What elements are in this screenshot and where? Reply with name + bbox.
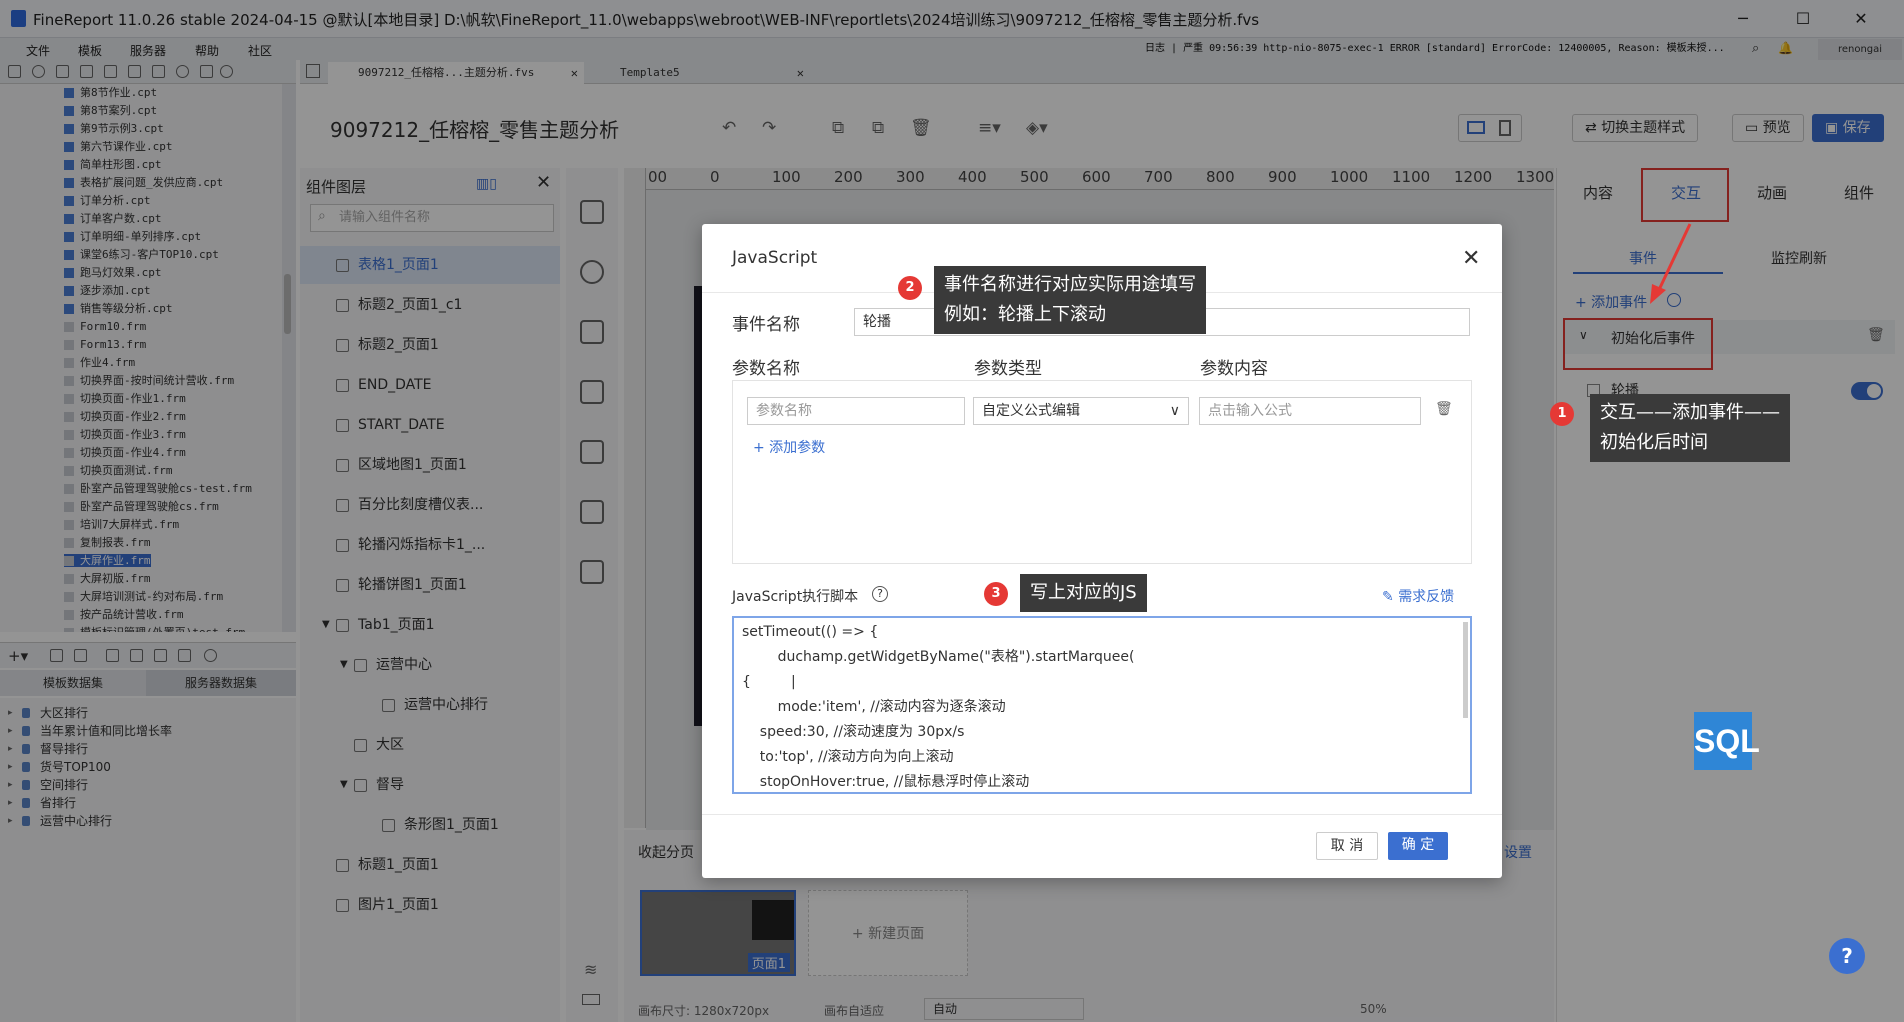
add-param-button[interactable]: + 添加参数 xyxy=(753,437,825,457)
param-header-type: 参数类型 xyxy=(974,359,1042,379)
close-icon[interactable]: ✕ xyxy=(1462,246,1480,271)
script-line: speed:30, //滚动速度为 30px/s xyxy=(742,724,965,740)
event-name-label: 事件名称 xyxy=(732,315,800,335)
script-line: setTimeout(() => { xyxy=(742,624,879,640)
param-type-select[interactable]: 自定义公式编辑 ∨ xyxy=(973,397,1189,425)
param-content-input[interactable]: 点击输入公式 xyxy=(1199,397,1421,425)
script-line: stopOnHover:true, //鼠标悬浮时停止滚动 xyxy=(742,774,1030,790)
param-name-input[interactable]: 参数名称 xyxy=(747,397,965,425)
script-line: to:'top', //滚动方向为向上滚动 xyxy=(742,749,954,765)
annotation-arrow xyxy=(1650,223,1692,304)
feedback-link[interactable]: ✎ 需求反馈 xyxy=(1382,586,1454,606)
script-line: { | xyxy=(742,674,796,690)
dialog-title: JavaScript xyxy=(732,248,818,268)
annotation-callout-2: 事件名称进行对应实际用途填写 例如：轮播上下滚动 xyxy=(934,266,1206,334)
annotation-badge-1: 1 xyxy=(1550,402,1574,426)
feedback-label: 需求反馈 xyxy=(1398,589,1455,605)
annotation-badge-2: 2 xyxy=(898,276,922,300)
param-type-value: 自定义公式编辑 xyxy=(982,403,1080,419)
chevron-down-icon: ∨ xyxy=(1169,403,1180,419)
annotation-badge-3: 3 xyxy=(984,582,1008,606)
edit-icon: ✎ xyxy=(1382,589,1399,605)
help-icon[interactable]: ? xyxy=(872,586,888,602)
sql-badge-icon[interactable]: SQL xyxy=(1694,712,1760,770)
help-button[interactable]: ? xyxy=(1829,938,1865,974)
cancel-button[interactable]: 取 消 xyxy=(1316,832,1378,860)
script-scrollbar[interactable] xyxy=(1463,622,1468,718)
param-header-content: 参数内容 xyxy=(1200,359,1268,379)
trash-icon[interactable]: 🗑 xyxy=(1435,401,1453,417)
params-table: 参数名称 自定义公式编辑 ∨ 点击输入公式 🗑 + 添加参数 xyxy=(732,380,1472,564)
callout-1-line-1: 交互——添加事件—— xyxy=(1600,402,1780,423)
annotation-callout-3: 写上对应的JS xyxy=(1020,574,1147,612)
script-line: mode:'item', //滚动内容为逐条滚动 xyxy=(742,699,1006,715)
script-label: JavaScript执行脚本 xyxy=(732,589,859,605)
confirm-button[interactable]: 确 定 xyxy=(1388,832,1448,860)
annotation-callout-1: 交互——添加事件—— 初始化后时间 xyxy=(1590,394,1790,462)
callout-2-line-1: 事件名称进行对应实际用途填写 xyxy=(944,274,1196,295)
script-line: duchamp.getWidgetByName("表格").startMarqu… xyxy=(742,649,1135,665)
callout-2-line-2: 例如：轮播上下滚动 xyxy=(944,304,1106,325)
script-editor[interactable]: setTimeout(() => { duchamp.getWidgetByNa… xyxy=(732,616,1472,794)
callout-1-line-2: 初始化后时间 xyxy=(1600,432,1708,453)
callout-3-line-1: 写上对应的JS xyxy=(1030,582,1137,603)
param-header-name: 参数名称 xyxy=(732,359,800,379)
divider xyxy=(702,814,1502,815)
